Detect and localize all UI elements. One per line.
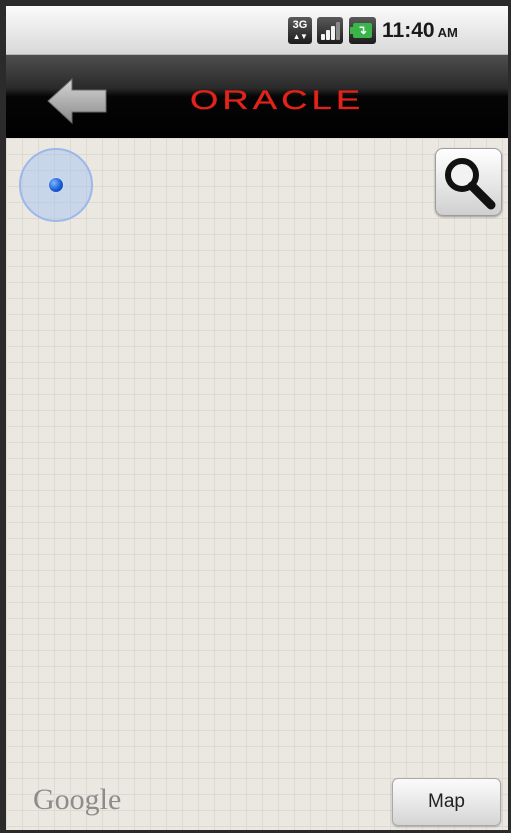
- map-button[interactable]: Map: [392, 778, 501, 826]
- status-clock: 11:40 AM: [382, 17, 458, 44]
- my-location-icon[interactable]: [19, 148, 93, 222]
- magnifier-icon: [445, 158, 496, 210]
- network-3g-icon: 3G ▲▼: [288, 17, 312, 44]
- clock-ampm: AM: [437, 25, 458, 40]
- google-attribution: Google: [33, 783, 122, 816]
- back-arrow-icon: [47, 77, 107, 125]
- search-button[interactable]: [435, 148, 502, 216]
- location-dot: [49, 178, 63, 192]
- oracle-logo: ORACLE: [190, 85, 365, 115]
- status-bar: 3G ▲▼ ↴ 11:40 AM: [6, 6, 508, 55]
- clock-time: 11:40: [382, 19, 435, 42]
- network-label: 3G: [292, 18, 308, 31]
- app-header: ORACLE: [6, 55, 508, 138]
- phone-screen: 3G ▲▼ ↴ 11:40 AM ORACLE Google Map: [6, 6, 508, 830]
- battery-charging-icon: ↴: [349, 17, 376, 44]
- map-view[interactable]: Google Map: [6, 138, 508, 830]
- signal-strength-icon: [317, 17, 343, 44]
- back-button[interactable]: [46, 77, 108, 125]
